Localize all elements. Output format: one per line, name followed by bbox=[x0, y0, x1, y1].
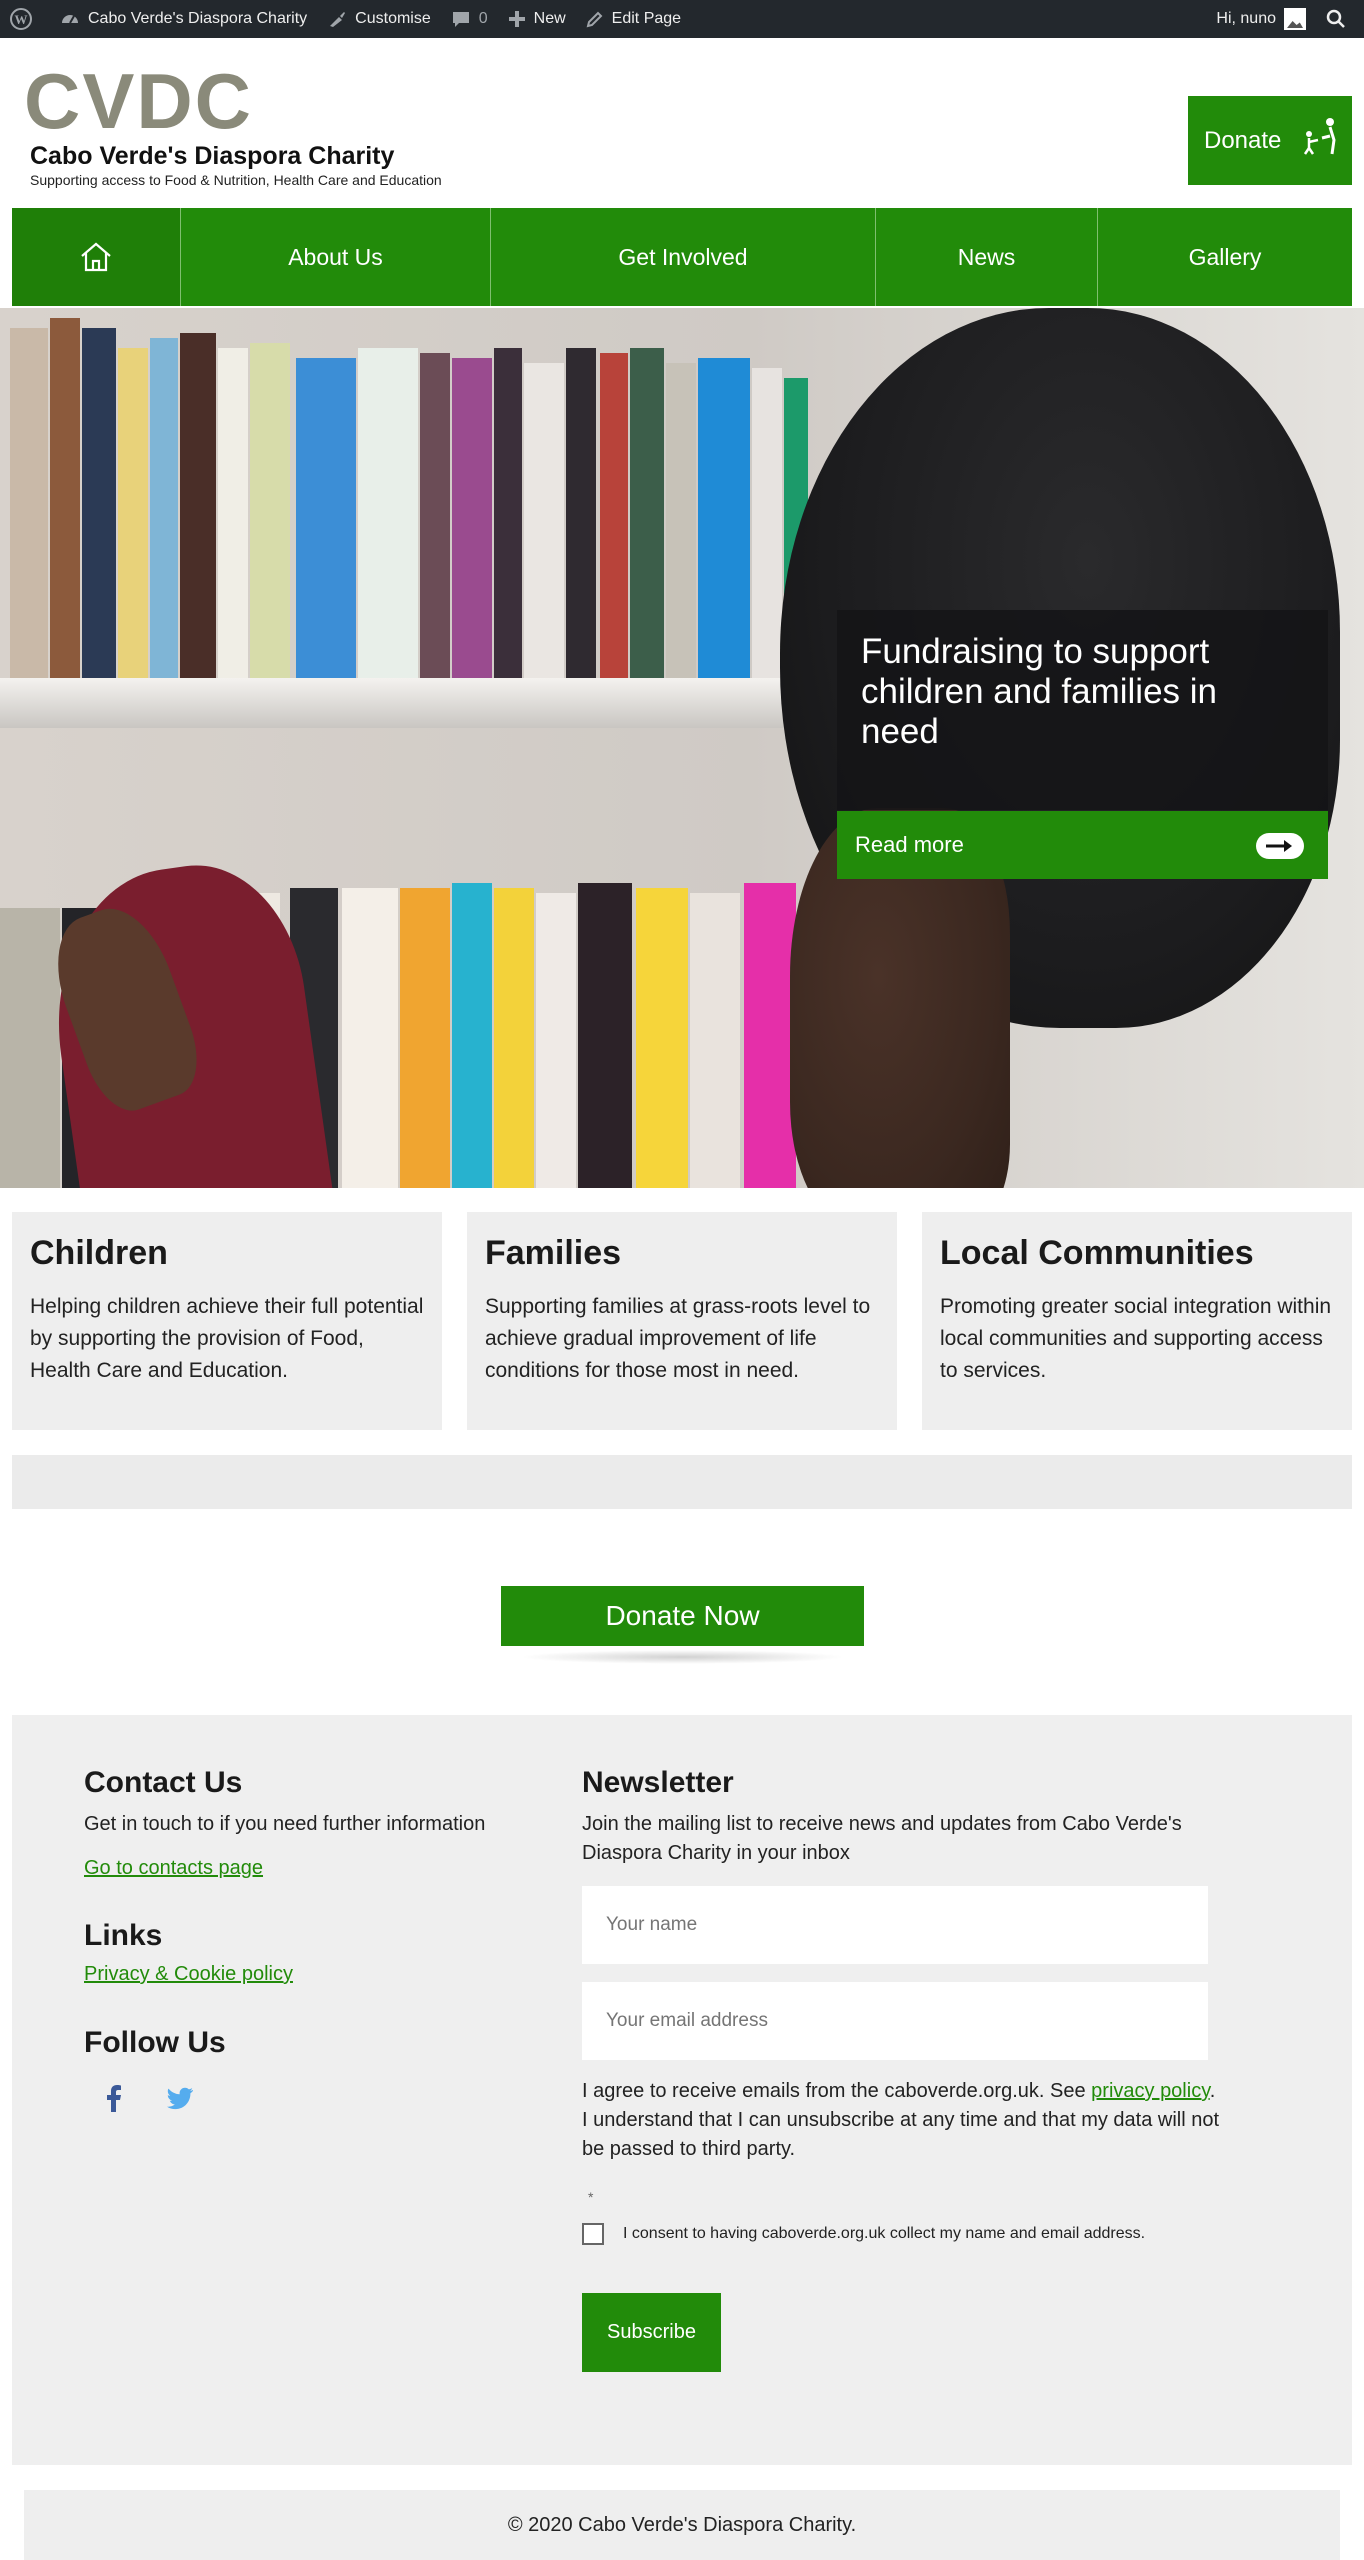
dashboard-icon bbox=[62, 15, 78, 24]
nav-news[interactable]: News bbox=[876, 208, 1098, 306]
consent-paragraph: I agree to receive emails from the cabov… bbox=[582, 2077, 1222, 2164]
edit-page-link[interactable]: Edit Page bbox=[576, 0, 691, 38]
nav-home[interactable] bbox=[12, 208, 181, 306]
copyright-bar: © 2020 Cabo Verde's Diaspora Charity. bbox=[24, 2490, 1340, 2560]
admin-search-button[interactable] bbox=[1316, 0, 1364, 38]
comments-count: 0 bbox=[478, 10, 488, 27]
privacy-cookie-link[interactable]: Privacy & Cookie policy bbox=[84, 1963, 293, 1986]
donate-figure-icon bbox=[1303, 118, 1336, 155]
facebook-icon bbox=[107, 2085, 121, 2112]
consent-checkbox[interactable] bbox=[582, 2223, 604, 2245]
card-title: Children bbox=[30, 1234, 168, 1272]
contacts-page-link[interactable]: Go to contacts page bbox=[84, 1857, 263, 1880]
contact-text: Get in touch to if you need further info… bbox=[84, 1813, 486, 1835]
comments-link[interactable]: 0 bbox=[441, 0, 498, 38]
brush-icon bbox=[330, 12, 346, 27]
hero-banner: Fundraising to support children and fami… bbox=[0, 308, 1364, 1188]
hero-heading: Fundraising to support children and fami… bbox=[861, 632, 1218, 751]
toggle-icon bbox=[1256, 833, 1304, 859]
copyright-text: © 2020 Cabo Verde's Diaspora Charity. bbox=[507, 2513, 857, 2536]
follow-heading: Follow Us bbox=[84, 2026, 226, 2059]
my-account-link[interactable]: Hi, nuno bbox=[1206, 0, 1316, 38]
twitter-icon bbox=[166, 2087, 193, 2110]
plus-icon bbox=[508, 11, 525, 27]
divider-band bbox=[12, 1455, 1352, 1509]
card-children: Children Helping children achieve their … bbox=[12, 1212, 442, 1430]
search-icon bbox=[1326, 9, 1345, 28]
greeting-label: Hi, nuno bbox=[1216, 10, 1276, 27]
home-icon bbox=[81, 242, 111, 272]
hero-read-more-button[interactable]: Read more bbox=[837, 811, 1328, 879]
email-field[interactable] bbox=[582, 1982, 1208, 2060]
customise-link[interactable]: Customise bbox=[317, 0, 441, 38]
nav-get-involved[interactable]: Get Involved bbox=[491, 208, 876, 306]
links-heading: Links bbox=[84, 1919, 163, 1952]
card-title: Families bbox=[485, 1234, 622, 1272]
newsletter-text: Join the mailing list to receive news an… bbox=[582, 1813, 1182, 1864]
facebook-link[interactable] bbox=[104, 2084, 124, 2117]
card-text: Helping children achieve their full pote… bbox=[30, 1295, 424, 1382]
admin-bar: W Cabo Verde's Diaspora Charity Customis… bbox=[0, 0, 1364, 38]
nav-gallery[interactable]: Gallery bbox=[1098, 208, 1352, 306]
name-field[interactable] bbox=[582, 1886, 1208, 1964]
site-logo[interactable]: CVDC bbox=[24, 62, 253, 140]
card-text: Supporting families at grass-roots level… bbox=[485, 1295, 871, 1382]
button-shadow bbox=[520, 1650, 845, 1664]
site-name-label: Cabo Verde's Diaspora Charity bbox=[88, 10, 308, 27]
hero-caption-box: Fundraising to support children and fami… bbox=[837, 610, 1328, 810]
card-text: Promoting greater social integration wit… bbox=[940, 1295, 1332, 1382]
new-label: New bbox=[533, 10, 566, 27]
card-local-communities: Local Communities Promoting greater soci… bbox=[922, 1212, 1352, 1430]
edit-page-label: Edit Page bbox=[611, 10, 682, 27]
site-tagline: Supporting access to Food & Nutrition, H… bbox=[30, 172, 442, 188]
comment-icon bbox=[452, 12, 469, 27]
card-families: Families Supporting families at grass-ro… bbox=[467, 1212, 897, 1430]
avatar bbox=[1284, 8, 1306, 30]
card-title: Local Communities bbox=[940, 1234, 1254, 1272]
new-content-link[interactable]: New bbox=[498, 0, 576, 38]
consent-label: I consent to having caboverde.org.uk col… bbox=[623, 2225, 1146, 2242]
main-nav: About Us Get Involved News Gallery bbox=[12, 208, 1352, 306]
site-name-link[interactable]: Cabo Verde's Diaspora Charity bbox=[50, 0, 317, 38]
pencil-icon bbox=[586, 11, 603, 28]
donate-label: Donate bbox=[1204, 126, 1282, 154]
header-donate-button[interactable]: Donate bbox=[1188, 96, 1352, 185]
newsletter-heading: Newsletter bbox=[582, 1766, 734, 1799]
contact-heading: Contact Us bbox=[84, 1766, 243, 1799]
privacy-policy-link[interactable]: privacy policy bbox=[1091, 2080, 1210, 2102]
wordpress-menu[interactable]: W bbox=[0, 0, 50, 38]
nav-about-us[interactable]: About Us bbox=[181, 208, 491, 306]
svg-text:W: W bbox=[15, 12, 28, 27]
read-more-label: Read more bbox=[855, 832, 964, 857]
site-title[interactable]: Cabo Verde's Diaspora Charity bbox=[30, 142, 394, 171]
wordpress-icon: W bbox=[10, 8, 32, 30]
customise-label: Customise bbox=[355, 10, 431, 27]
twitter-link[interactable] bbox=[166, 2087, 194, 2116]
agree-text: I agree to receive emails from the cabov… bbox=[582, 2080, 1086, 2102]
donate-now-button[interactable]: Donate Now bbox=[501, 1586, 864, 1646]
required-mark: * bbox=[588, 2189, 594, 2205]
subscribe-button[interactable]: Subscribe bbox=[582, 2293, 721, 2372]
